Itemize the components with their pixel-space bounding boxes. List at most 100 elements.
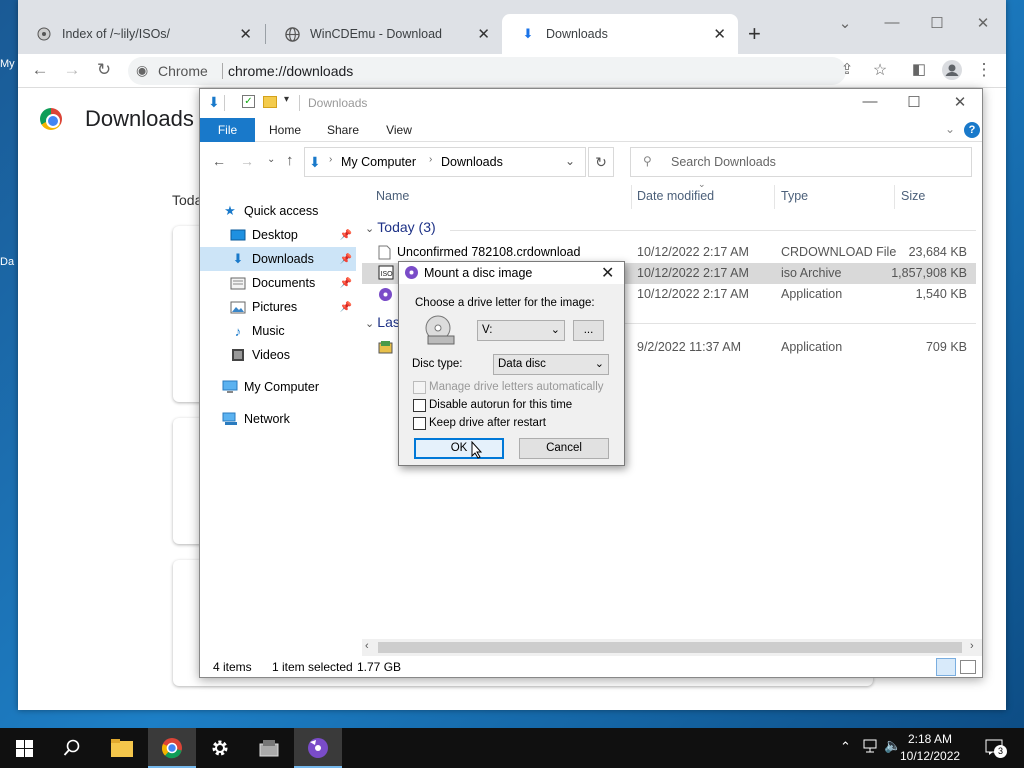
minimize-button[interactable]: — [855,93,885,110]
column-header-date[interactable]: Date modified [637,189,714,203]
nav-item-quick-access[interactable]: ★ Quick access [222,199,356,223]
disable-autorun-checkbox[interactable] [413,399,426,412]
side-panel-icon[interactable]: ◧ [907,60,931,78]
notification-badge: 3 [994,745,1007,758]
nav-item-pictures[interactable]: Pictures 📌 [230,295,356,319]
menu-kebab-icon[interactable]: ⋮ [972,60,996,80]
omnibox-url[interactable]: chrome://downloads [228,63,353,79]
ribbon-expand-icon[interactable]: ⌄ [945,122,955,136]
group-header-today[interactable]: ⌄ Today (3) [365,219,436,235]
start-button[interactable] [0,728,48,768]
nav-item-videos[interactable]: Videos [230,343,356,367]
group-header-last[interactable]: ⌄ Las [365,314,400,330]
scrollbar-thumb[interactable] [378,642,962,653]
refresh-button[interactable]: ↻ [588,147,614,177]
omnibox[interactable]: ◉ Chrome chrome://downloads [128,57,846,85]
column-separator[interactable] [631,185,632,209]
close-window-button[interactable]: ✕ [945,93,975,111]
share-icon[interactable]: ⇪ [835,60,859,78]
close-tab-icon[interactable]: ✕ [239,25,252,43]
reload-button[interactable]: ↻ [92,60,116,80]
column-header-type[interactable]: Type [781,189,808,203]
forward-button[interactable]: → [60,60,84,80]
close-window-button[interactable]: ✕ [971,14,995,32]
pin-icon[interactable]: 📌 [340,302,352,313]
tab-wincdemu[interactable]: WinCDEmu - Download ✕ [266,14,502,54]
cancel-button[interactable]: Cancel [519,438,609,459]
properties-checkbox-icon[interactable]: ✓ [242,95,255,108]
ribbon-tab-file[interactable]: File [200,118,255,142]
nav-item-documents[interactable]: Documents 📌 [230,271,356,295]
search-input[interactable]: ⚲ Search Downloads [630,147,972,177]
pin-icon[interactable]: 📌 [340,254,352,265]
new-tab-button[interactable]: + [748,22,761,46]
column-header-name[interactable]: Name [376,189,409,203]
chrome-taskbar-button[interactable] [148,728,196,768]
back-button[interactable]: ← [28,60,52,80]
chevron-right-icon[interactable]: › [429,154,432,165]
browse-button[interactable]: ... [573,320,604,341]
scroll-left-icon[interactable]: ‹ [365,640,369,652]
horizontal-scrollbar[interactable]: ‹ › [362,639,982,656]
file-row[interactable]: Unconfirmed 782108.crdownload 10/12/2022… [362,242,976,263]
keep-drive-checkbox[interactable] [413,417,426,430]
minimize-button[interactable]: — [880,14,904,31]
wincdemu-taskbar-button[interactable] [294,728,342,768]
column-separator[interactable] [774,185,775,209]
bookmark-star-icon[interactable]: ☆ [868,60,892,80]
group-label: Today (3) [377,219,436,235]
nav-item-my-computer[interactable]: My Computer [222,375,356,399]
tray-overflow-icon[interactable]: ⌃ [840,739,851,755]
ribbon-tab-view[interactable]: View [374,118,424,142]
network-tray-icon[interactable] [862,738,878,757]
chevron-down-icon[interactable]: ⌄ [565,154,575,168]
profile-avatar-icon[interactable] [940,60,964,85]
download-arrow-icon[interactable]: ⬇ [208,94,220,111]
new-folder-icon[interactable] [263,96,277,108]
recent-locations-icon[interactable]: ⌄ [267,154,275,165]
column-separator[interactable] [894,185,895,209]
close-tab-icon[interactable]: ✕ [477,25,490,43]
help-icon[interactable]: ? [964,122,980,138]
tab-search-icon[interactable]: ⌄ [833,14,857,32]
details-view-icon[interactable] [936,658,956,676]
ribbon-tab-home[interactable]: Home [260,118,310,142]
volume-icon[interactable]: 🔈 [884,737,901,754]
tab-downloads[interactable]: ⬇ Downloads ✕ [502,14,738,54]
forward-button[interactable]: → [240,153,254,169]
settings-gear-icon[interactable] [196,728,244,768]
nav-item-network[interactable]: Network [222,407,356,431]
large-icons-view-icon[interactable] [960,660,976,674]
address-bar[interactable]: ⬇ › My Computer › Downloads ⌄ [304,147,586,177]
close-tab-icon[interactable]: ✕ [713,25,726,43]
ribbon-tab-share[interactable]: Share [318,118,368,142]
clock[interactable]: 2:18 AM 10/12/2022 [900,731,960,765]
maximize-button[interactable]: ☐ [925,14,949,32]
qat-dropdown-icon[interactable]: ▾ [284,94,289,105]
maximize-button[interactable]: ☐ [899,93,929,111]
column-header-size[interactable]: Size [901,189,925,203]
back-button[interactable]: ← [212,153,226,169]
up-button[interactable]: ↑ [286,152,294,169]
scroll-right-icon[interactable]: › [970,640,974,652]
tab-isos[interactable]: Index of /~lily/ISOs/ ✕ [18,14,264,54]
desktop-icon-label[interactable]: My [0,58,18,70]
nav-item-downloads[interactable]: ⬇ Downloads 📌 [200,247,356,271]
breadcrumb-item[interactable]: Downloads [441,155,503,169]
nav-item-music[interactable]: ♪ Music [230,319,356,343]
close-icon[interactable]: ✕ [601,263,614,283]
search-button[interactable] [48,728,96,768]
desktop-icon-label[interactable]: Da [0,256,18,268]
installer-taskbar-button[interactable] [245,728,293,768]
pin-icon[interactable]: 📌 [340,230,352,241]
file-explorer-taskbar-button[interactable] [98,728,146,768]
pin-icon[interactable]: 📌 [340,278,352,289]
breadcrumb-item[interactable]: My Computer [341,155,416,169]
chrome-page-icon[interactable]: ◉ [136,62,148,79]
disc-type-select[interactable]: Data disc ⌄ [493,354,609,375]
ok-button[interactable]: OK [414,438,504,459]
drive-letter-select[interactable]: V: ⌄ [477,320,565,341]
nav-item-desktop[interactable]: Desktop 📌 [230,223,356,247]
chevron-right-icon[interactable]: › [329,154,332,165]
manage-letters-checkbox[interactable] [413,381,426,394]
